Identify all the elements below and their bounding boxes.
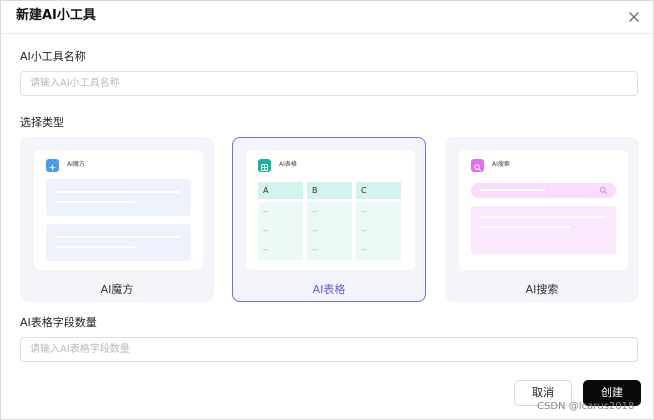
type-card-ai-search[interactable]: AI搜索 AI搜索: [445, 137, 639, 302]
preview-block: [46, 179, 191, 216]
table-column: -- -- --: [307, 202, 352, 260]
preview-result-block: [471, 206, 616, 254]
magnifier-icon: [599, 186, 608, 195]
dialog-title: 新建AI小工具: [16, 8, 96, 23]
table-icon: [258, 159, 271, 172]
tool-name-input[interactable]: [20, 71, 638, 96]
type-label: 选择类型: [20, 116, 64, 129]
column-header: A: [258, 182, 303, 199]
sparkle-icon: [46, 159, 59, 172]
table-cell: --: [263, 208, 269, 216]
table-cell: --: [361, 246, 367, 254]
new-ai-tool-dialog: 新建AI小工具 AI小工具名称 选择类型 AI魔方 AI魔方: [0, 0, 654, 420]
watermark: CSDN @Icarus2018: [537, 401, 635, 412]
preview-title: AI魔方: [67, 161, 85, 168]
ai-search-preview: AI搜索: [459, 150, 628, 270]
table-cell: --: [263, 246, 269, 254]
ai-cube-preview: AI魔方: [34, 150, 203, 270]
table-cell: --: [361, 208, 367, 216]
search-icon: [471, 159, 484, 172]
field-count-label: AI表格字段数量: [20, 316, 97, 329]
type-card-label: AI魔方: [100, 283, 134, 296]
table-cell: --: [263, 227, 269, 235]
dialog-header: 新建AI小工具: [1, 1, 653, 34]
type-card-ai-cube[interactable]: AI魔方 AI魔方: [20, 137, 214, 302]
type-card-label: AI表格: [312, 283, 346, 296]
preview-title: AI表格: [279, 161, 297, 168]
table-column: -- -- --: [356, 202, 401, 260]
table-cell: --: [312, 208, 318, 216]
field-count-input[interactable]: [20, 337, 638, 362]
table-column: -- -- --: [258, 202, 303, 260]
preview-block: [46, 224, 191, 261]
column-header: B: [307, 182, 352, 199]
table-cell: --: [312, 227, 318, 235]
table-cell: --: [361, 227, 367, 235]
table-cell: --: [312, 246, 318, 254]
type-card-label: AI搜索: [525, 283, 559, 296]
type-card-ai-table[interactable]: AI表格 A B C -- -- -- -- -- -- -- -- -- AI…: [232, 137, 426, 302]
close-icon[interactable]: [627, 10, 641, 24]
preview-search-bar: [471, 183, 616, 198]
preview-title: AI搜索: [492, 161, 510, 168]
column-header: C: [356, 182, 401, 199]
ai-table-preview: AI表格 A B C -- -- -- -- -- -- -- -- --: [246, 150, 415, 270]
tool-name-label: AI小工具名称: [20, 50, 86, 63]
